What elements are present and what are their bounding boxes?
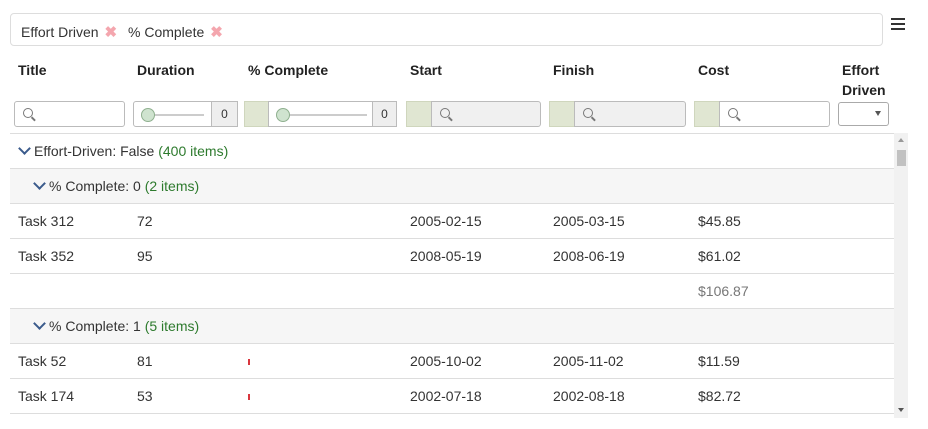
column-header-cost[interactable]: Cost: [698, 60, 729, 80]
group-count: (400 items): [158, 143, 229, 159]
group-label: Effort-Driven: False (400 items): [34, 134, 228, 168]
cell-duration: 95: [137, 248, 153, 264]
cost-operator-select[interactable]: [694, 101, 720, 127]
table-row[interactable]: Task 312 72 2005-02-15 2005-03-15 $45.85: [10, 204, 894, 239]
cell-duration: 81: [137, 353, 153, 369]
collapse-chevron-icon[interactable]: [33, 177, 46, 190]
group-count: (2 items): [144, 178, 200, 194]
collapse-chevron-icon[interactable]: [18, 142, 31, 155]
cell-duration: 53: [137, 388, 153, 404]
vertical-scrollbar[interactable]: [894, 133, 908, 418]
cell-title: Task 52: [18, 353, 67, 369]
cell-start: 2005-02-15: [410, 213, 482, 229]
group-row-effort-driven[interactable]: Effort-Driven: False (400 items): [10, 134, 894, 169]
finish-filter-input[interactable]: [574, 101, 686, 127]
hamburger-menu-icon[interactable]: [891, 18, 905, 31]
search-icon: [583, 108, 593, 118]
chip-label: % Complete: [128, 24, 205, 40]
cell-cost: $82.72: [698, 388, 741, 404]
cell-finish: 2002-08-18: [553, 388, 625, 404]
cell-finish: 2005-11-02: [553, 353, 624, 369]
cell-title: Task 352: [18, 248, 75, 264]
column-header-effort-driven[interactable]: Effort Driven: [842, 60, 892, 100]
scroll-up-arrow-icon[interactable]: [898, 138, 904, 142]
percent-complete-bar: [248, 394, 250, 400]
cell-title: Task 174: [18, 388, 75, 404]
cell-cost: $11.59: [698, 353, 740, 369]
group-title: Effort-Driven: False: [34, 143, 155, 159]
cell-title: Task 312: [18, 213, 75, 229]
column-header-title[interactable]: Title: [18, 60, 47, 80]
cell-start: 2002-07-18: [410, 388, 482, 404]
group-row-pct-1[interactable]: % Complete: 1 (5 items): [10, 309, 894, 344]
duration-filter-value: 0: [211, 101, 238, 127]
group-totals-row: $106.87: [10, 274, 894, 309]
remove-icon[interactable]: ✖: [210, 24, 223, 41]
pct-filter-value: 0: [372, 101, 397, 127]
percent-complete-bar: [248, 359, 250, 365]
group-count: (5 items): [144, 318, 200, 334]
group-row-pct-0[interactable]: % Complete: 0 (2 items): [10, 169, 894, 204]
cost-total: $106.87: [698, 283, 749, 299]
scroll-thumb[interactable]: [897, 150, 906, 166]
table-row[interactable]: Task 52 81 2005-10-02 2005-11-02 $11.59: [10, 344, 894, 379]
group-title: % Complete: 1: [49, 318, 141, 334]
cell-start: 2008-05-19: [410, 248, 482, 264]
pct-filter-slider[interactable]: [268, 101, 373, 127]
pct-operator-select[interactable]: [244, 101, 269, 127]
column-header-percent-complete[interactable]: % Complete: [248, 60, 328, 80]
cell-start: 2005-10-02: [410, 353, 482, 369]
cell-finish: 2008-06-19: [553, 248, 625, 264]
column-header-finish[interactable]: Finish: [553, 60, 594, 80]
group-by-bar: Effort Driven ✖ % Complete ✖: [10, 13, 883, 46]
chip-label: Effort Driven: [21, 24, 99, 40]
table-row[interactable]: Task 174 53 2002-07-18 2002-08-18 $82.72: [10, 379, 894, 414]
collapse-chevron-icon[interactable]: [33, 317, 46, 330]
table-row[interactable]: Task 352 95 2008-05-19 2008-06-19 $61.02: [10, 239, 894, 274]
scroll-down-arrow-icon[interactable]: [898, 408, 904, 412]
cell-duration: 72: [137, 213, 153, 229]
groupby-chip-percent-complete[interactable]: % Complete ✖: [128, 23, 223, 41]
cell-cost: $45.85: [698, 213, 741, 229]
title-filter-input[interactable]: [14, 101, 125, 127]
group-title: % Complete: 0: [49, 178, 141, 194]
slider-track: [281, 114, 367, 116]
search-icon: [23, 108, 33, 118]
slider-handle[interactable]: [141, 108, 155, 122]
search-icon: [440, 108, 450, 118]
cell-finish: 2005-03-15: [553, 213, 625, 229]
finish-operator-select[interactable]: [549, 101, 575, 127]
search-icon: [728, 108, 738, 118]
start-filter-input[interactable]: [431, 101, 541, 127]
cell-cost: $61.02: [698, 248, 741, 264]
remove-icon[interactable]: ✖: [105, 24, 118, 41]
data-grid: Effort-Driven: False (400 items) % Compl…: [10, 133, 894, 419]
groupby-chip-effort-driven[interactable]: Effort Driven ✖: [21, 23, 117, 41]
cost-filter-input[interactable]: [719, 101, 830, 127]
group-label: % Complete: 1 (5 items): [49, 309, 199, 343]
start-operator-select[interactable]: [406, 101, 432, 127]
chevron-down-icon: [875, 111, 881, 116]
effort-driven-filter-select[interactable]: [838, 102, 889, 126]
column-header-start[interactable]: Start: [410, 60, 442, 80]
slider-handle[interactable]: [276, 108, 290, 122]
column-header-duration[interactable]: Duration: [137, 60, 195, 80]
group-label: % Complete: 0 (2 items): [49, 169, 199, 203]
